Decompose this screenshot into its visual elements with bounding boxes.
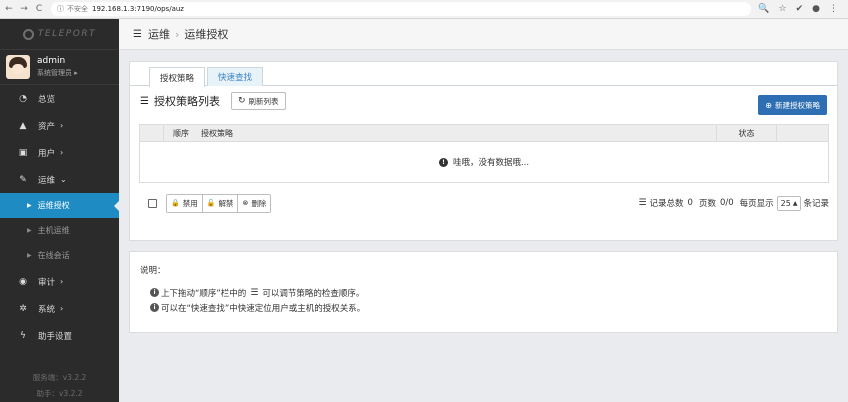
gear-icon: ✲: [19, 303, 27, 314]
empty-row: ! 哇哦，没有数据哦...: [139, 142, 829, 183]
note-line-2: i 可以在“快速查找”中快速定位用户或主机的授权关系。: [150, 300, 827, 315]
security-label: 不安全: [67, 5, 88, 13]
ops-submenu: ▶ 运维授权 ▶ 主机运维 ▶ 在线会话: [0, 193, 120, 268]
total-label: 记录总数: [649, 199, 684, 209]
unit-label: 条记录: [803, 199, 829, 209]
info-circle-icon: i: [150, 303, 159, 312]
reload-icon[interactable]: C: [33, 3, 45, 15]
header-select-cell: [140, 124, 164, 142]
policy-table: 顺序 授权策略 状态 ! 哇哦，没有数据哦...: [139, 124, 829, 183]
chevron-right-icon: ›: [174, 27, 180, 41]
server-version: 服务端：v3.2.2: [32, 373, 87, 382]
back-icon[interactable]: ←: [3, 3, 15, 15]
extension-icon[interactable]: ✔: [796, 4, 804, 14]
chevron-down-icon: ⌄: [60, 175, 67, 184]
per-page-label: 每页显示: [739, 199, 774, 209]
sidebar-item-audit[interactable]: ◉ 审计 ›: [0, 268, 119, 295]
table-footer: 🔒 禁用 🔓 解禁 ⊗ 删除 ☰ 记录总数 0 页数 0/0 每页显示 25 ▲: [139, 193, 829, 213]
breadcrumb-root: 运维: [147, 28, 170, 41]
sidebar-item-ops-auth[interactable]: ▶ 运维授权: [0, 193, 120, 218]
notes-panel: 说明： i 上下拖动“顺序”栏中的 ☰ 可以调节策略的检查顺序。 i 可以在“快…: [129, 251, 838, 333]
select-all-checkbox[interactable]: [148, 198, 157, 208]
sidebar-item-host-ops[interactable]: ▶ 主机运维: [0, 218, 119, 243]
zoom-icon[interactable]: 🔍: [758, 4, 769, 14]
sidebar-item-ops[interactable]: ✎ 运维 ⌄: [0, 166, 119, 193]
chevron-right-icon: ›: [60, 277, 64, 286]
info-circle-icon: !: [438, 157, 448, 167]
list-title: ☰ 授权策略列表: [140, 95, 220, 108]
batch-actions: 🔒 禁用 🔓 解禁 ⊗ 删除: [166, 193, 272, 213]
triangle-right-icon: ▶: [27, 227, 32, 234]
bolt-icon: ϟ: [20, 330, 26, 341]
tab-auth-policy[interactable]: 授权策略: [149, 67, 206, 87]
star-icon[interactable]: ☆: [779, 4, 787, 14]
page-title: 运维授权: [184, 28, 229, 41]
disable-button[interactable]: 🔒 禁用: [167, 194, 203, 212]
header-status: 状态: [716, 124, 776, 142]
delete-button[interactable]: ⊗ 删除: [238, 194, 271, 212]
new-policy-button[interactable]: ⊕ 新建授权策略: [758, 95, 827, 115]
chevron-right-icon: ›: [60, 304, 64, 313]
pages-label: 页数: [698, 199, 716, 209]
breadcrumb: ☰ 运维 › 运维授权: [119, 19, 848, 50]
tab-quick-search[interactable]: 快速查找: [207, 67, 264, 86]
close-circle-icon: ⊗: [242, 199, 249, 207]
sidebar-item-online-sessions[interactable]: ▶ 在线会话: [0, 243, 119, 268]
wrench-icon: ✎: [19, 174, 27, 185]
sidebar: TELEPORT admin 系统管理员 ▸ ◔ 总览 ▲ 资产 › ▣ 用户 …: [0, 19, 120, 402]
url-text: 192.168.1.3:7190/ops/auz: [92, 5, 184, 13]
sidebar-item-users[interactable]: ▣ 用户 ›: [0, 139, 119, 166]
server-icon: ☰: [133, 28, 142, 40]
eye-icon: ◉: [19, 276, 27, 287]
user-role[interactable]: 系统管理员 ▸: [37, 68, 78, 78]
plus-circle-icon: ⊕: [765, 100, 772, 110]
caret-up-icon: ▲: [792, 199, 798, 207]
user-box[interactable]: admin 系统管理员 ▸: [0, 49, 119, 85]
sidebar-menu: ◔ 总览 ▲ 资产 › ▣ 用户 › ✎ 运维 ⌄ ▶ 运维授权 ▶ 主机运维: [0, 85, 120, 349]
notes-title: 说明：: [140, 266, 166, 276]
pager: ☰ 记录总数 0 页数 0/0 每页显示 25 ▲ 条记录: [638, 195, 829, 211]
pages-count: 0/0: [719, 198, 734, 208]
header-order[interactable]: 顺序: [164, 128, 198, 139]
list-icon: ☰: [638, 198, 647, 208]
account-icon[interactable]: ●: [812, 4, 820, 14]
triangle-right-icon: ▶: [27, 202, 32, 209]
list-icon: ☰: [140, 95, 149, 107]
logo: TELEPORT: [0, 19, 119, 49]
unlock-icon: 🔓: [206, 199, 216, 207]
info-circle-icon: i: [150, 288, 159, 297]
forward-icon[interactable]: →: [18, 3, 30, 15]
tab-bar: 授权策略 快速查找: [130, 62, 837, 87]
sidebar-item-dashboard[interactable]: ◔ 总览: [0, 85, 119, 112]
logo-icon: [22, 28, 34, 40]
address-card-icon: ▣: [18, 147, 28, 158]
chevron-right-icon: ›: [60, 148, 64, 157]
info-icon: ⓘ: [57, 5, 64, 13]
triangle-right-icon: ▶: [27, 252, 32, 259]
sidebar-item-system[interactable]: ✲ 系统 ›: [0, 295, 119, 322]
refresh-icon: ↻: [237, 96, 246, 106]
address-bar[interactable]: ⓘ 不安全 192.168.1.3:7190/ops/auz: [51, 2, 751, 16]
total-count: 0: [687, 198, 693, 208]
enable-button[interactable]: 🔓 解禁: [202, 194, 239, 212]
refresh-button[interactable]: ↻ 刷新列表: [230, 92, 286, 110]
header-actions-cell: [776, 125, 828, 142]
policy-panel: 授权策略 快速查找 ☰ 授权策略列表 ↻ 刷新列表 ⊕ 新建授权策略 顺序 授权…: [129, 61, 838, 241]
cubes-icon: ▲: [19, 120, 27, 131]
sidebar-item-assets[interactable]: ▲ 资产 ›: [0, 112, 119, 139]
user-name: admin: [37, 56, 66, 66]
sidebar-item-assist-settings[interactable]: ϟ 助手设置: [0, 322, 119, 349]
browser-toolbar: ← → C ⓘ 不安全 192.168.1.3:7190/ops/auz 🔍 ☆…: [0, 0, 848, 19]
note-line-1: i 上下拖动“顺序”栏中的 ☰ 可以调节策略的检查顺序。: [150, 285, 827, 300]
lock-icon: 🔒: [171, 199, 180, 207]
menu-icon[interactable]: ⋮: [829, 4, 838, 14]
bars-icon: ☰: [250, 287, 259, 298]
chevron-right-icon: ›: [60, 121, 64, 130]
page-size-select[interactable]: 25 ▲: [776, 195, 802, 211]
header-policy: 授权策略: [201, 128, 233, 138]
dashboard-icon: ◔: [19, 93, 27, 104]
table-header: 顺序 授权策略 状态: [139, 124, 829, 142]
assist-version: 助手：v3.2.2: [36, 389, 83, 398]
avatar: [6, 55, 30, 79]
